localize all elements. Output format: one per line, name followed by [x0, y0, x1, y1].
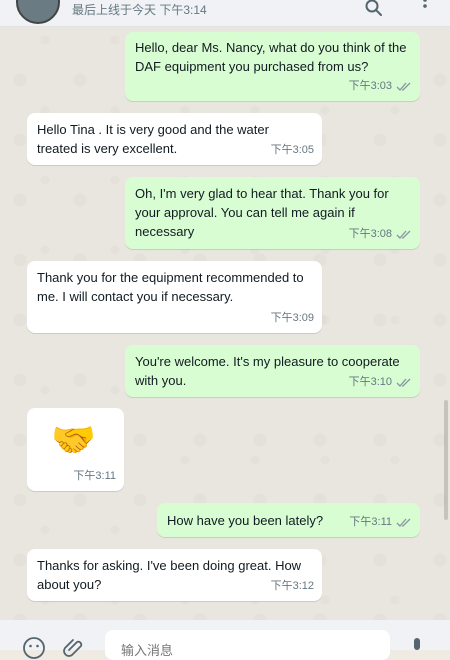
- microphone-icon[interactable]: [405, 636, 429, 660]
- message-time: 下午3:11: [73, 470, 116, 482]
- message-time: 下午3:11: [349, 516, 392, 528]
- message-meta: 下午3:09: [271, 309, 314, 328]
- message-bubble-incoming-emoji[interactable]: 🤝 下午3:11: [27, 408, 124, 491]
- double-check-icon: [396, 378, 411, 387]
- message-meta: 下午3:12: [271, 577, 314, 596]
- message-text: Thank you for the equipment recommended …: [37, 270, 304, 304]
- message-meta: 下午3:11: [349, 513, 412, 532]
- message-bubble-outgoing[interactable]: How have you been lately? 下午3:11: [157, 503, 420, 537]
- last-seen-status: 最后上线于今天 下午3:14: [72, 3, 207, 17]
- attach-icon[interactable]: [62, 636, 86, 660]
- message-input[interactable]: [105, 630, 390, 660]
- menu-icon[interactable]: [415, 0, 435, 18]
- search-icon[interactable]: [364, 0, 384, 18]
- message-bubble-incoming[interactable]: Thank you for the equipment recommended …: [27, 261, 322, 333]
- message-time: 下午3:03: [348, 80, 392, 92]
- message-time: 下午3:08: [348, 228, 392, 240]
- message-meta: 下午3:11: [73, 467, 116, 486]
- message-time: 下午3:09: [270, 312, 314, 324]
- chat-scrollbar[interactable]: [444, 400, 448, 520]
- message-bubble-incoming[interactable]: Thanks for asking. I've been doing great…: [27, 549, 322, 601]
- chat-header: 最后上线于今天 下午3:14: [0, 0, 450, 27]
- message-meta: 下午3:10: [349, 373, 412, 392]
- message-text: Hello, dear Ms. Nancy, what do you think…: [135, 40, 407, 74]
- message-bubble-outgoing[interactable]: Hello, dear Ms. Nancy, what do you think…: [125, 32, 420, 101]
- message-bubble-outgoing[interactable]: You're welcome. It's my pleasure to coop…: [125, 345, 420, 397]
- double-check-icon: [396, 230, 411, 239]
- message-time: 下午3:05: [270, 144, 314, 156]
- message-meta: 下午3:03: [349, 77, 412, 96]
- message-time: 下午3:10: [348, 376, 392, 388]
- message-bubble-incoming[interactable]: Hello Tina . It is very good and the wat…: [27, 113, 322, 165]
- message-time: 下午3:12: [270, 580, 314, 592]
- handshake-emoji: 🤝: [51, 419, 96, 460]
- emoji-icon[interactable]: [22, 636, 46, 660]
- message-meta: 下午3:05: [271, 141, 314, 160]
- message-meta: 下午3:08: [349, 225, 412, 244]
- double-check-icon: [396, 82, 411, 91]
- double-check-icon: [396, 518, 411, 527]
- message-bubble-outgoing[interactable]: Oh, I'm very glad to hear that. Thank yo…: [125, 177, 420, 249]
- avatar[interactable]: [16, 0, 60, 24]
